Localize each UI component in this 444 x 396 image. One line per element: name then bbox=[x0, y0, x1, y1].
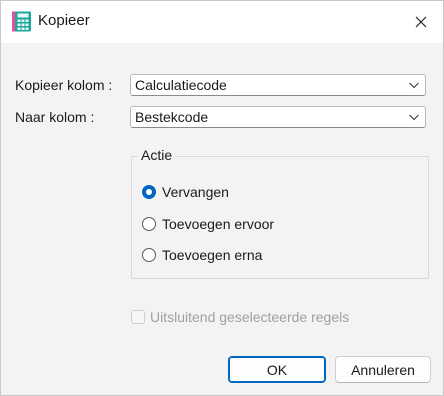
dialog-window: Kopieer Kopieer kolom : Calculatiecode N… bbox=[0, 0, 444, 396]
to-column-label: Naar kolom : bbox=[15, 109, 95, 125]
selected-only-checkbox-row: Uitsluitend geselecteerde regels bbox=[131, 309, 349, 325]
close-icon bbox=[415, 16, 427, 28]
radio-button-checked[interactable] bbox=[142, 185, 156, 199]
to-column-value: Bestekcode bbox=[135, 109, 209, 125]
ok-button[interactable]: OK bbox=[228, 356, 326, 383]
radio-button[interactable] bbox=[142, 217, 156, 231]
chevron-down-icon bbox=[409, 114, 419, 121]
title-bar: Kopieer bbox=[1, 1, 443, 43]
window-title: Kopieer bbox=[38, 12, 90, 29]
cancel-button[interactable]: Annuleren bbox=[335, 356, 431, 383]
radio-label: Vervangen bbox=[162, 184, 229, 200]
from-column-value: Calculatiecode bbox=[135, 77, 227, 93]
chevron-down-icon bbox=[409, 82, 419, 89]
from-column-select[interactable]: Calculatiecode bbox=[130, 74, 426, 96]
action-group-title: Actie bbox=[138, 147, 176, 163]
to-column-select[interactable]: Bestekcode bbox=[130, 106, 426, 128]
radio-toevoegen-erna[interactable]: Toevoegen erna bbox=[142, 246, 262, 264]
radio-label: Toevoegen ervoor bbox=[162, 216, 275, 232]
from-column-label: Kopieer kolom : bbox=[15, 77, 113, 93]
radio-toevoegen-ervoor[interactable]: Toevoegen ervoor bbox=[142, 215, 274, 233]
radio-vervangen[interactable]: Vervangen bbox=[142, 183, 229, 201]
selected-only-label: Uitsluitend geselecteerde regels bbox=[150, 309, 350, 325]
calculator-icon bbox=[12, 11, 31, 32]
close-button[interactable] bbox=[399, 1, 443, 43]
selected-only-checkbox bbox=[131, 310, 145, 324]
radio-label: Toevoegen erna bbox=[162, 247, 263, 263]
radio-button[interactable] bbox=[142, 248, 156, 262]
